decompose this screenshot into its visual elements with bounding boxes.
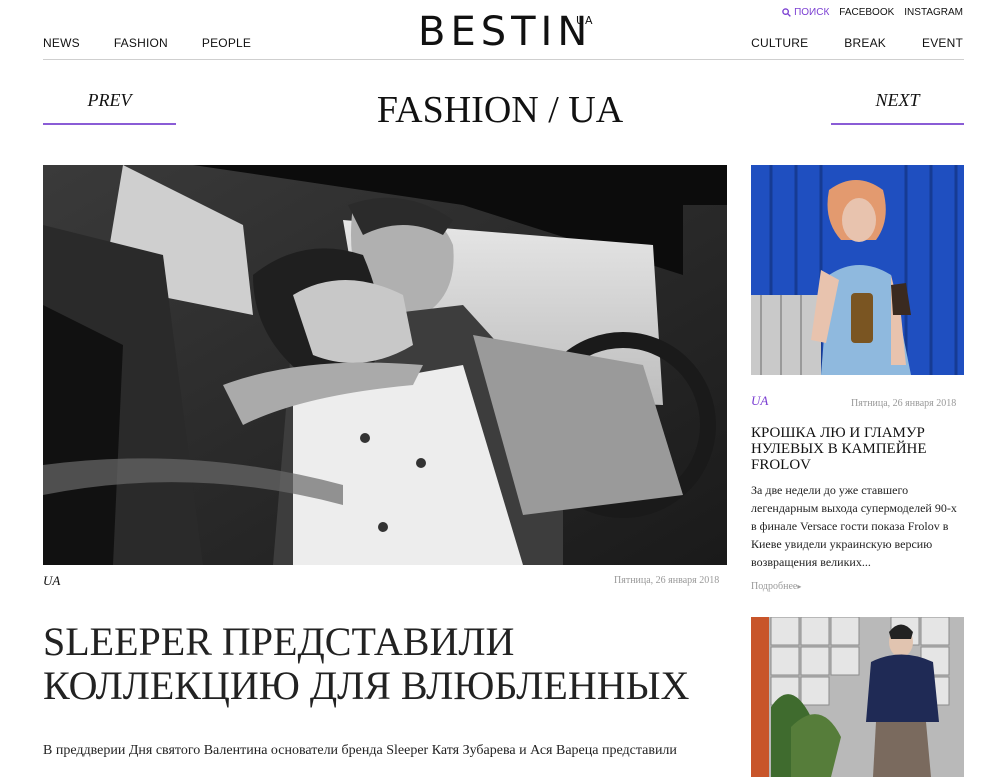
search-label: ПОИСК: [794, 7, 830, 18]
utility-links: ПОИСК FACEBOOK INSTAGRAM: [782, 7, 963, 18]
sidebar-card-image[interactable]: [751, 165, 964, 375]
read-more-link[interactable]: Подробнее▸: [751, 581, 801, 592]
nav-item-fashion[interactable]: FASHION: [114, 36, 168, 50]
nav-item-people[interactable]: PEOPLE: [202, 36, 251, 50]
nav-item-break[interactable]: BREAK: [844, 36, 886, 50]
hero-image[interactable]: [43, 165, 727, 565]
caret-right-icon: ▸: [797, 582, 802, 591]
sidebar-photo-2: [751, 617, 964, 777]
logo-text[interactable]: BESTIN: [418, 12, 592, 52]
search-icon: [782, 8, 791, 17]
article-lead: В преддверии Дня святого Валентина основ…: [43, 743, 677, 758]
logo-superscript: UA: [576, 14, 594, 27]
sidebar-card-title[interactable]: КРОШКА ЛЮ И ГЛАМУР НУЛЕВЫХ В КАМПЕЙНЕ FR…: [751, 425, 964, 473]
nav-item-news[interactable]: NEWS: [43, 36, 80, 50]
read-more-label: Подробнее: [751, 581, 798, 592]
article-tag[interactable]: UA: [43, 573, 60, 589]
article-date: Пятница, 26 января 2018: [614, 575, 720, 586]
nav-item-culture[interactable]: CULTURE: [751, 36, 808, 50]
nav-right: CULTURE BREAK EVENT: [751, 36, 963, 50]
search-link[interactable]: ПОИСК: [782, 7, 829, 18]
sidebar-card-tag[interactable]: UA: [751, 393, 768, 409]
sidebar-card-date: Пятница, 26 января 2018: [851, 398, 957, 409]
sidebar-card-image-2[interactable]: [751, 617, 964, 777]
nav-left: NEWS FASHION PEOPLE: [43, 36, 251, 50]
sidebar-card-text: За две недели до уже ставшего легендарны…: [751, 483, 957, 569]
header-divider: [43, 59, 964, 60]
instagram-link[interactable]: INSTAGRAM: [904, 7, 963, 18]
facebook-link[interactable]: FACEBOOK: [839, 7, 894, 18]
nav-item-event[interactable]: EVENT: [922, 36, 963, 50]
next-button[interactable]: NEXT: [831, 90, 964, 125]
article-title[interactable]: SLEEPER ПРЕДСТАВИЛИ КОЛЛЕКЦИЮ ДЛЯ ВЛЮБЛЕ…: [43, 620, 743, 708]
hero-photo: [43, 165, 727, 565]
sidebar-photo-1: [751, 165, 964, 375]
